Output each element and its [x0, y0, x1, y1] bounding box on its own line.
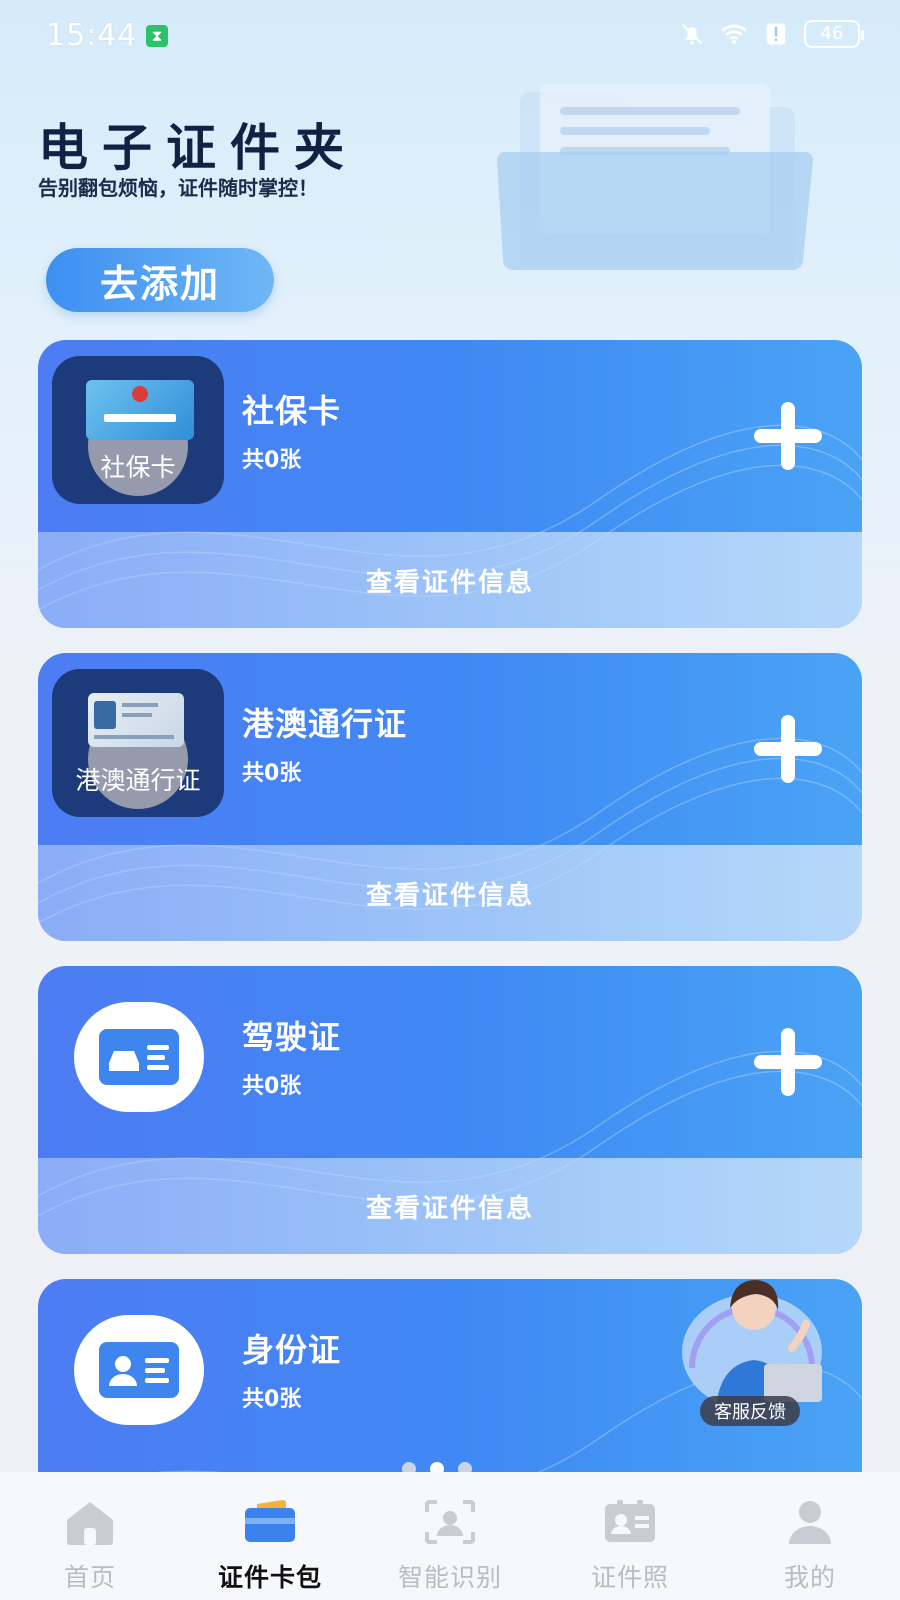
card-count: 共0张: [242, 1074, 302, 1099]
profile-icon: [789, 1501, 831, 1544]
card-social-security[interactable]: 社保卡 社保卡 共0张 查看证件信息: [38, 340, 862, 628]
pass-card-image: [88, 693, 184, 747]
license-icon-badge: [74, 1002, 204, 1112]
card-hk-macau-pass[interactable]: 港澳通行证 港澳通行证 共0张 查看证件信息: [38, 653, 862, 941]
page-subtitle: 告别翻包烦恼，证件随时掌控！: [38, 176, 318, 200]
mute-bell-icon: [681, 23, 703, 45]
customer-service-avatar[interactable]: [672, 1268, 832, 1416]
battery-indicator: 46: [804, 20, 864, 48]
tab-label: 智能识别: [397, 1563, 502, 1592]
card-title: 驾驶证: [242, 1018, 342, 1056]
page-title: 电子证件夹: [38, 119, 358, 177]
id-icon-badge: [74, 1315, 204, 1425]
view-info-button[interactable]: 查看证件信息: [38, 1158, 862, 1254]
tab-label: 我的: [783, 1563, 836, 1592]
person-card-icon: [99, 1342, 179, 1398]
thumb-label: 港澳通行证: [75, 766, 201, 795]
plus-icon[interactable]: [750, 1024, 826, 1100]
card-title: 身份证: [242, 1331, 342, 1369]
thumb-label: 社保卡: [100, 453, 176, 482]
home-icon: [67, 1502, 113, 1545]
view-info-button[interactable]: 查看证件信息: [38, 845, 862, 941]
card-thumbnail: 社保卡: [52, 356, 224, 504]
social-card-image: [86, 380, 194, 440]
add-button[interactable]: 去添加: [46, 248, 274, 312]
card-count: 共0张: [242, 448, 302, 473]
customer-service-label[interactable]: 客服反馈: [700, 1396, 800, 1426]
tab-home[interactable]: 首页: [0, 1472, 180, 1600]
id-photo-icon: [605, 1500, 655, 1542]
card-count: 共0张: [242, 761, 302, 786]
scan-person-icon: [425, 1500, 475, 1544]
tab-label: 证件卡包: [217, 1563, 322, 1592]
tab-id-photo[interactable]: 证件照: [540, 1472, 720, 1600]
hourglass-icon: ⧗: [146, 25, 168, 47]
wallet-icon: [245, 1500, 295, 1542]
car-card-icon: [99, 1029, 179, 1085]
plus-icon[interactable]: [750, 398, 826, 474]
card-thumbnail: 港澳通行证: [52, 669, 224, 817]
tab-smart-recognition[interactable]: 智能识别: [360, 1472, 540, 1600]
tab-profile[interactable]: 我的: [720, 1472, 900, 1600]
plus-icon[interactable]: [750, 711, 826, 787]
status-time: 15:44: [46, 18, 138, 53]
wifi-icon: [721, 24, 747, 45]
view-info-button[interactable]: 查看证件信息: [38, 532, 862, 628]
card-driver-license[interactable]: 驾驶证 共0张 查看证件信息: [38, 966, 862, 1254]
card-title: 港澳通行证: [242, 705, 408, 743]
card-title: 社保卡: [242, 392, 342, 430]
card-count: 共0张: [242, 1387, 302, 1412]
tab-wallet[interactable]: 证件卡包: [180, 1472, 360, 1600]
tab-label: 首页: [63, 1563, 116, 1592]
alert-icon: [766, 23, 786, 45]
tab-label: 证件照: [590, 1563, 669, 1592]
bottom-tab-bar: 首页 证件卡包 智能识别 证件照 我的: [0, 1472, 900, 1600]
folder-illustration: [495, 84, 813, 270]
status-icons: 46: [678, 20, 864, 48]
